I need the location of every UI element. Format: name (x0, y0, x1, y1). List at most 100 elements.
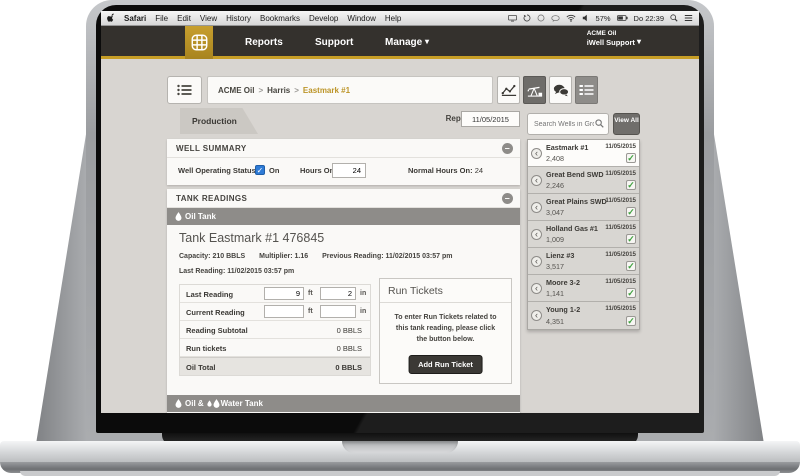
reading-subtotal-value: 0 BBLS (336, 326, 362, 335)
breadcrumb-group[interactable]: ACME Oil (218, 86, 254, 95)
hours-on-input[interactable] (332, 163, 366, 178)
oil-tank-name: Tank Eastmark #1 476845 (179, 231, 325, 245)
chevron-left-icon[interactable]: ‹ (531, 283, 542, 294)
menubar-item[interactable]: View (200, 14, 217, 23)
chat-icon[interactable] (550, 14, 560, 22)
tab-production[interactable]: Production (180, 108, 258, 134)
operating-status-checkbox[interactable]: ✓ (255, 165, 265, 175)
battery-percent: 57% (595, 13, 611, 23)
menubar-item[interactable]: Safari (124, 14, 146, 23)
chevron-left-icon[interactable]: ‹ (531, 229, 542, 240)
well-name: Young 1-2 (546, 305, 581, 314)
oil-tank-meta: Capacity: 210 BBLS Multiplier: 1.16 Prev… (179, 253, 453, 260)
field-report-button[interactable] (575, 76, 598, 104)
report-date-input[interactable] (461, 111, 520, 127)
well-complete-checkbox[interactable]: ✓ (626, 180, 636, 190)
current-reading-ft-input[interactable] (264, 305, 304, 318)
apple-icon[interactable] (107, 13, 115, 23)
last-reading-in-input[interactable] (320, 287, 356, 300)
nav-manage[interactable]: Manage ▾ (385, 26, 429, 59)
chevron-left-icon[interactable]: ‹ (531, 310, 542, 321)
well-complete-checkbox[interactable]: ✓ (626, 316, 636, 326)
nav-reports[interactable]: Reports (245, 26, 283, 59)
battery-icon[interactable] (616, 15, 628, 21)
add-run-ticket-button[interactable]: Add Run Ticket (408, 355, 483, 374)
water-tank-section-header: Oil & Water Tank (167, 395, 520, 412)
last-reading-row: Last Reading ft in (180, 285, 370, 303)
well-date: 11/05/2015 (605, 305, 636, 312)
production-view-button[interactable] (523, 76, 546, 104)
hours-on-label: Hours On (300, 166, 335, 175)
volume-icon[interactable] (582, 14, 590, 22)
nav-support[interactable]: Support (315, 26, 353, 59)
breadcrumb-separator: > (258, 85, 264, 95)
water-droplet-icon (207, 400, 212, 407)
run-tickets-panel: Run Tickets To enter Run Tickets related… (379, 278, 512, 384)
circle-icon[interactable] (537, 14, 545, 22)
well-complete-checkbox[interactable]: ✓ (626, 288, 636, 298)
water-droplet-icon (213, 399, 220, 408)
well-complete-checkbox[interactable]: ✓ (626, 207, 636, 217)
oil-tank-last-reading: Last Reading: 11/02/2015 03:57 pm (179, 268, 295, 275)
well-name: Great Bend SWD (546, 170, 604, 179)
view-all-button[interactable]: View All (613, 113, 640, 135)
well-list-item[interactable]: ‹ Eastmark #1 2,408 11/05/2015 ✓ (528, 140, 639, 167)
collapse-well-summary-button[interactable]: – (502, 143, 513, 154)
well-list-item[interactable]: ‹ Young 1-2 4,351 11/05/2015 ✓ (528, 302, 639, 329)
well-date: 11/05/2015 (605, 224, 636, 231)
menubar-item[interactable]: Develop (309, 14, 338, 23)
well-date: 11/05/2015 (605, 143, 636, 150)
menubar-item[interactable]: History (226, 14, 251, 23)
collapse-tank-readings-button[interactable]: – (502, 193, 513, 204)
charts-button[interactable] (497, 76, 520, 104)
report-list-icon (579, 85, 594, 95)
mac-menubar: Safari File Edit View History Bookmarks … (101, 11, 699, 26)
account-menu[interactable]: ACME Oil iWell Support ▾ (587, 30, 641, 48)
well-list-item[interactable]: ‹ Great Plains SWD 3,047 11/05/2015 ✓ (528, 194, 639, 221)
menubar-item[interactable]: Bookmarks (260, 14, 300, 23)
well-list-toggle-button[interactable] (167, 76, 202, 104)
well-list-item[interactable]: ‹ Great Bend SWD 2,246 11/05/2015 ✓ (528, 167, 639, 194)
run-tickets-row: Run tickets 0 BBLS (180, 339, 370, 357)
normal-hours-text: Normal Hours On: 24 (408, 166, 484, 175)
sync-icon[interactable] (523, 14, 531, 22)
well-list-item[interactable]: ‹ Moore 3-2 1,141 11/05/2015 ✓ (528, 275, 639, 302)
breadcrumb-lease[interactable]: Harris (267, 86, 290, 95)
app-header: Reports Support Manage ▾ ACME Oil iWell … (101, 26, 699, 59)
well-summary-panel: WELL SUMMARY – Well Operating Status ✓ O… (167, 139, 520, 185)
well-value: 3,047 (546, 208, 564, 217)
grid-logo-icon (191, 34, 207, 51)
oil-total-row: Oil Total 0 BBLS (180, 357, 370, 375)
on-label: On (269, 166, 280, 175)
comments-button[interactable] (549, 76, 572, 104)
well-list: ‹ Eastmark #1 2,408 11/05/2015 ✓ ‹ Great… (527, 139, 640, 330)
well-complete-checkbox[interactable]: ✓ (626, 153, 636, 163)
breadcrumb-well[interactable]: Eastmark #1 (303, 86, 350, 95)
menubar-item[interactable]: File (155, 14, 168, 23)
menubar-item[interactable]: Edit (177, 14, 191, 23)
wifi-icon[interactable] (566, 14, 576, 22)
well-list-item[interactable]: ‹ Holland Gas #1 1,009 11/05/2015 ✓ (528, 221, 639, 248)
well-complete-checkbox[interactable]: ✓ (626, 234, 636, 244)
spotlight-icon[interactable] (670, 14, 678, 22)
chevron-left-icon[interactable]: ‹ (531, 175, 542, 186)
well-name: Great Plains SWD (546, 197, 607, 206)
app-logo[interactable] (185, 26, 213, 59)
current-reading-in-input[interactable] (320, 305, 356, 318)
operating-status-label: Well Operating Status (178, 166, 256, 175)
menubar-clock[interactable]: Do 22:39 (634, 14, 664, 23)
menubar-item[interactable]: Window (347, 14, 375, 23)
well-complete-checkbox[interactable]: ✓ (626, 261, 636, 271)
reading-subtotal-row: Reading Subtotal 0 BBLS (180, 321, 370, 339)
chevron-left-icon[interactable]: ‹ (531, 148, 542, 159)
last-reading-ft-input[interactable] (264, 287, 304, 300)
breadcrumb-separator: > (294, 85, 299, 95)
notification-center-icon[interactable] (684, 14, 693, 22)
chevron-left-icon[interactable]: ‹ (531, 202, 542, 213)
well-date: 11/05/2015 (605, 197, 636, 204)
well-list-item[interactable]: ‹ Lienz #3 3,517 11/05/2015 ✓ (528, 248, 639, 275)
display-icon[interactable] (507, 14, 517, 22)
chevron-left-icon[interactable]: ‹ (531, 256, 542, 267)
search-icon (595, 119, 604, 128)
menubar-item[interactable]: Help (385, 14, 401, 23)
